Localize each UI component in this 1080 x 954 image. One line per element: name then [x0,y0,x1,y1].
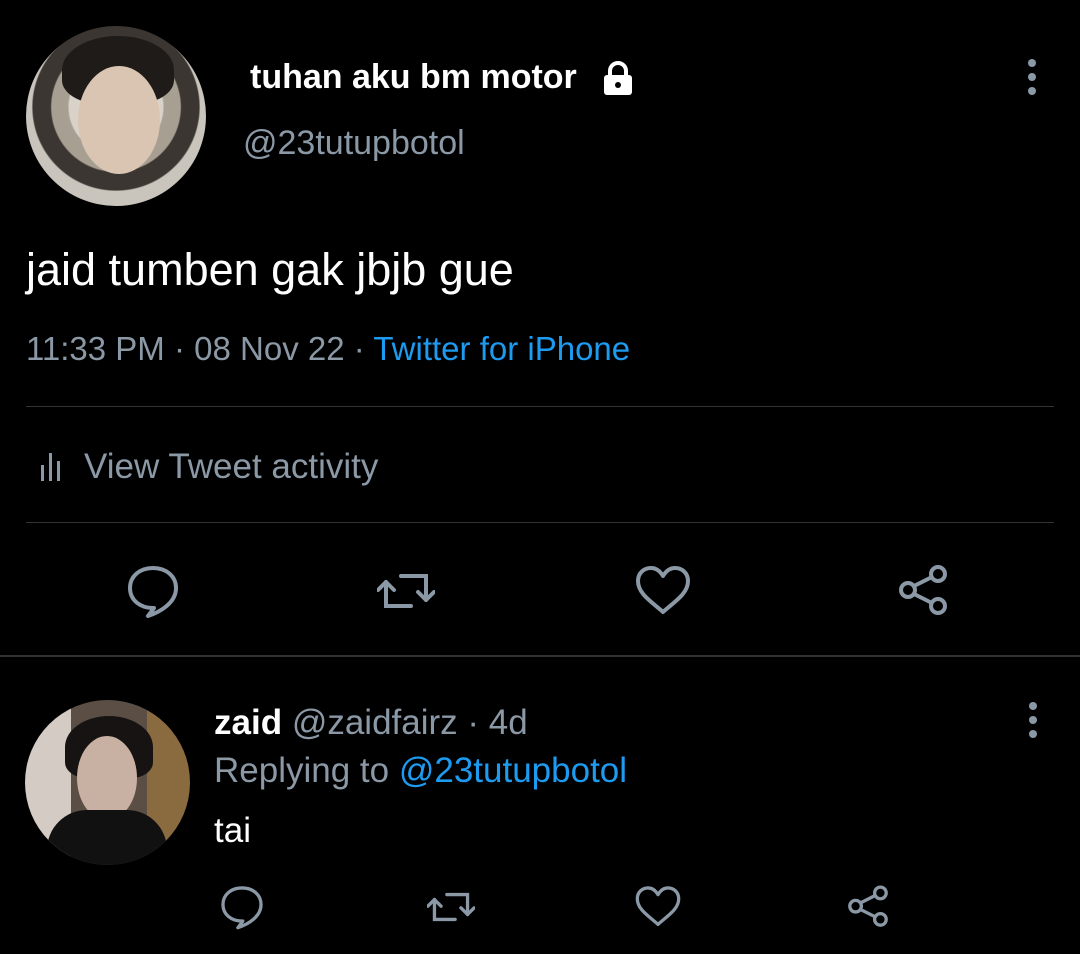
tweet-meta: 11:33 PM · 08 Nov 22 · Twitter for iPhon… [26,330,630,368]
heart-icon[interactable] [634,562,692,620]
replying-label: Replying to [214,751,390,790]
retweet-icon[interactable] [377,562,435,620]
tweet-divider [0,655,1080,657]
tweet-source-link[interactable]: Twitter for iPhone [373,330,630,367]
reply-separator: · [467,703,480,742]
divider [26,522,1054,523]
lock-icon [600,61,636,97]
reply-author-name[interactable]: zaid [214,703,282,742]
share-icon[interactable] [844,883,892,931]
bar-chart-icon [40,451,68,481]
divider [26,406,1054,407]
avatar-face-shape [77,736,137,820]
tweet-author-avatar[interactable] [26,26,206,206]
tweet-author-name[interactable]: tuhan aku bm motor [250,58,577,97]
reply-header: zaid @zaidfairz · 4d [214,703,528,743]
reply-icon[interactable] [124,562,182,620]
meta-separator: · [353,330,365,367]
replying-to-line: Replying to @23tutupbotol [214,751,627,791]
tweet-date: 08 Nov 22 [194,330,345,367]
view-tweet-activity-link[interactable]: View Tweet activity [84,447,378,487]
tweet-time: 11:33 PM [26,330,165,367]
reply-age: 4d [488,703,528,742]
more-options-icon[interactable] [1014,57,1050,97]
heart-icon[interactable] [634,883,682,931]
retweet-icon[interactable] [427,883,475,931]
tweet-text: jaid tumben gak jbjb gue [26,244,514,295]
share-icon[interactable] [894,562,952,620]
avatar-face-shape [78,66,160,174]
reply-more-options-icon[interactable] [1015,700,1051,740]
meta-separator: · [173,330,185,367]
reply-author-handle[interactable]: @zaidfairz [292,703,458,742]
reply-text: tai [214,811,251,850]
reply-author-avatar[interactable] [25,700,190,865]
replying-to-handle[interactable]: @23tutupbotol [399,751,627,790]
reply-icon[interactable] [218,883,266,931]
tweet-author-handle[interactable]: @23tutupbotol [243,124,465,163]
avatar-shirt-shape [47,810,167,865]
